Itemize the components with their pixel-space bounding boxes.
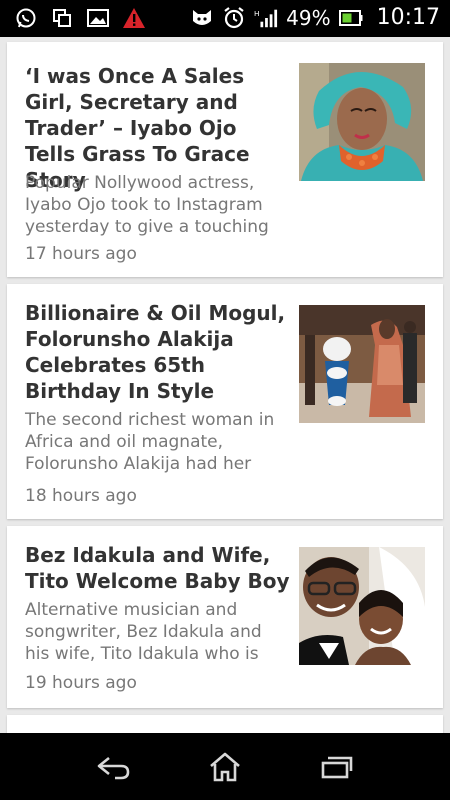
article-thumbnail[interactable]	[299, 305, 425, 423]
article-card[interactable]: ‘I was Once A Sales Girl, Secretary and …	[7, 42, 443, 277]
article-card[interactable]	[7, 715, 443, 733]
article-card[interactable]: Bez Idakula and Wife, Tito Welcome Baby …	[7, 526, 443, 708]
battery-percent: 49%	[286, 5, 331, 30]
article-thumbnail[interactable]	[299, 547, 425, 665]
signal-icon: H	[254, 6, 278, 30]
recents-icon	[321, 756, 353, 779]
cat-icon	[190, 6, 214, 30]
article-excerpt: Popular Nollywood actress, Iyabo Ojo too…	[25, 173, 269, 237]
clock: 10:17	[376, 5, 440, 30]
article-timestamp: 19 hours ago	[25, 673, 137, 693]
article-excerpt: The second richest woman in Africa and o…	[25, 410, 275, 474]
article-title[interactable]: Bez Idakula and Wife, Tito Welcome Baby …	[25, 542, 295, 594]
article-feed[interactable]: ‘I was Once A Sales Girl, Secretary and …	[0, 37, 450, 733]
home-icon	[210, 752, 240, 782]
alarm-icon	[222, 6, 246, 30]
screenshot-icon	[50, 6, 74, 30]
article-card[interactable]: Billionaire & Oil Mogul, Folorunsho Alak…	[7, 284, 443, 519]
back-icon	[97, 756, 130, 780]
svg-text:H: H	[254, 9, 260, 18]
navigation-bar	[0, 733, 450, 800]
article-timestamp: 18 hours ago	[25, 486, 137, 506]
article-excerpt: Alternative musician and songwriter, Bez…	[25, 600, 262, 664]
gallery-icon	[86, 6, 110, 30]
home-button[interactable]	[205, 750, 245, 784]
article-timestamp: 17 hours ago	[25, 244, 137, 264]
recents-button[interactable]	[317, 750, 357, 784]
battery-icon	[338, 6, 363, 30]
status-bar: H 49% 10:17	[0, 0, 450, 37]
article-thumbnail[interactable]	[299, 63, 425, 181]
back-button[interactable]	[93, 750, 133, 784]
whatsapp-icon	[14, 6, 38, 30]
warning-icon	[122, 6, 146, 30]
article-title[interactable]: Billionaire & Oil Mogul, Folorunsho Alak…	[25, 300, 295, 404]
